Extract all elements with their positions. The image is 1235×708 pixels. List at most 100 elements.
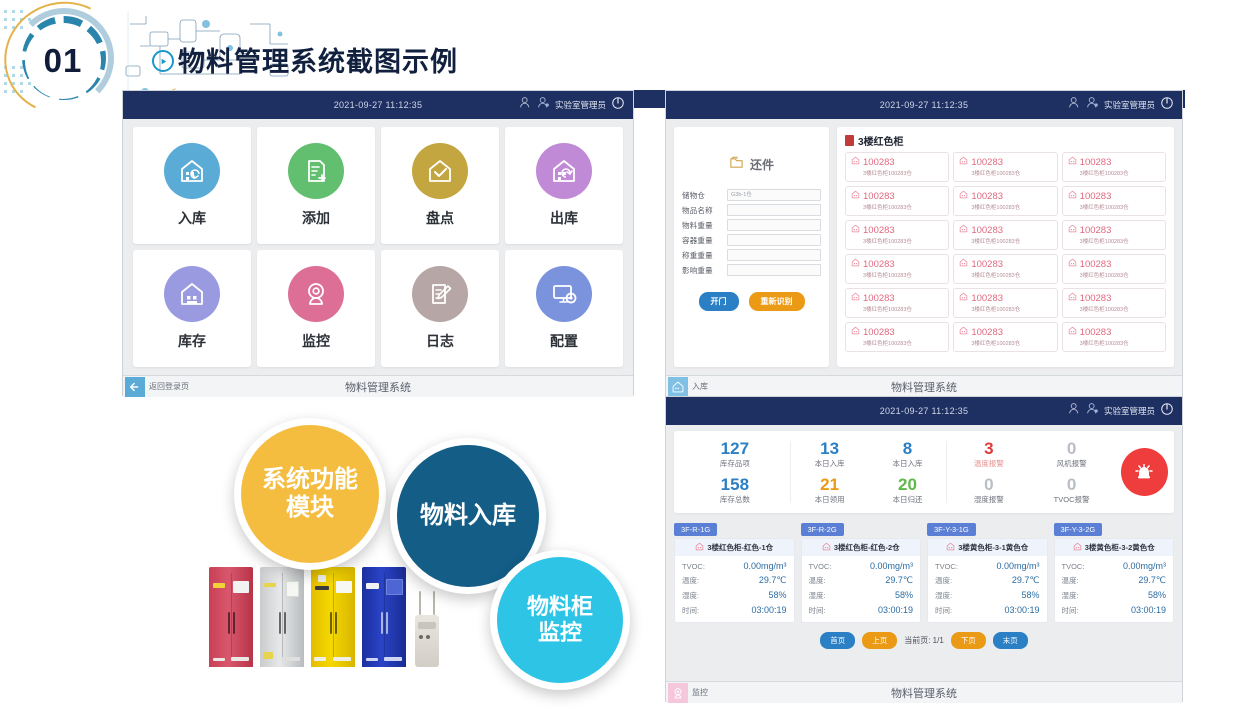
bin-card[interactable]: 100283 3楼红色柜100283仓 — [1061, 322, 1166, 352]
bin-card[interactable]: 100283 3楼红色柜100283仓 — [1061, 186, 1166, 216]
stats-group-alarms: 3 温度报警 0 湿度报警 0 风机报警 0 TVOC报警 — [946, 440, 1113, 505]
menu-tile-peizhi[interactable]: 配置 — [505, 250, 623, 367]
item-name-input[interactable] — [727, 204, 821, 216]
last-page-button[interactable]: 末页 — [992, 632, 1028, 649]
cabinet-monitor-card[interactable]: 3F-Y-3-1G 3楼黄色柜-3-1黄色仓 TVOC: 0.00mg/m³ 温度: 29… — [927, 519, 1048, 623]
measurement-value: 58% — [894, 590, 913, 600]
stat-label: 本日归还 — [892, 494, 923, 504]
cabinet-monitor-card[interactable]: 3F-R-2G 3楼红色柜-红色-2仓 TVOC: 0.00mg/m³ 温度: 29.7℃… — [800, 519, 921, 623]
prev-page-button[interactable]: 上页 — [862, 632, 898, 649]
cabinet-red — [209, 567, 253, 667]
monitor-body: 127 库存品项 158 库存总数 13 本日入库 21 本日领用 8 本日入库… — [666, 425, 1182, 681]
home-bin-icon — [1068, 190, 1077, 202]
topbar-user-area[interactable]: 实验室管理员 — [1068, 96, 1174, 115]
bin-card[interactable]: 100283 3楼红色柜100283仓 — [1061, 152, 1166, 182]
bin-card[interactable]: 100283 3楼红色柜100283仓 — [845, 322, 950, 352]
alarm-bell-button[interactable] — [1120, 448, 1168, 496]
form-title-label: 还件 — [749, 157, 774, 172]
stat-value: 0 — [1066, 474, 1077, 494]
nav-inbound-button[interactable]: 入库 — [666, 376, 708, 397]
menu-tile-rizhi[interactable]: 日志 — [381, 250, 499, 367]
tile-label: 出库 — [550, 210, 578, 226]
menu-tile-pandian[interactable]: 盘点 — [381, 127, 499, 244]
home-bin-icon — [851, 258, 860, 270]
container-weight-input[interactable] — [727, 234, 821, 246]
stat-item: 0 TVOC报警 — [1054, 476, 1090, 505]
measured-weight-input[interactable] — [727, 249, 821, 261]
bin-card[interactable]: 100283 3楼红色柜100283仓 — [953, 152, 1058, 182]
bin-id-label: 100283 — [863, 156, 895, 168]
menu-tile-kucun[interactable]: 库存 — [133, 250, 251, 367]
cabinet-card-header: 3楼红色柜-红色-1仓 — [675, 539, 794, 556]
section-number: 01 — [28, 26, 98, 96]
storage-bin-input[interactable]: G3b-1仓 — [727, 189, 821, 201]
menu-tile-chuku[interactable]: 出库 — [505, 127, 623, 244]
bin-card[interactable]: 100283 3楼红色柜100283仓 — [953, 322, 1058, 352]
user-name-label: 实验室管理员 — [1103, 406, 1155, 416]
back-to-login-button[interactable]: 返回登录页 — [123, 376, 189, 397]
rescan-button[interactable]: 重新识别 — [748, 292, 805, 311]
topbar-user-area[interactable]: 实验室管理员 — [519, 96, 625, 115]
power-icon[interactable] — [1160, 402, 1174, 421]
tile-label: 配置 — [550, 333, 578, 349]
stat-item: 3 温度报警 — [974, 440, 1004, 469]
bin-id-label: 100283 — [863, 190, 895, 202]
measurement-key: TVOC: — [935, 562, 958, 571]
form-field-row: 储物仓 G3b-1仓 — [682, 189, 821, 201]
bin-card[interactable]: 100283 3楼红色柜100283仓 — [845, 186, 950, 216]
bin-card[interactable]: 100283 3楼红色柜100283仓 — [845, 220, 950, 250]
bin-id-label: 100283 — [1079, 326, 1112, 338]
measurement-key: TVOC: — [808, 562, 832, 571]
stat-item: 127 库存品项 — [720, 440, 750, 469]
bin-card[interactable]: 100283 3楼红色柜100283仓 — [845, 288, 950, 318]
bin-card[interactable]: 100283 3楼红色柜100283仓 — [845, 152, 950, 182]
stat-label: 温度报警 — [973, 458, 1004, 468]
bin-id-label: 100283 — [1079, 224, 1112, 236]
bin-card[interactable]: 100283 3楼红色柜100283仓 — [953, 288, 1058, 318]
field-label: 影响重量 — [682, 265, 713, 275]
cabinet-name-label: 3楼黄色柜-3-1黄色仓 — [958, 543, 1029, 552]
bin-id-row: 100283 — [851, 224, 943, 236]
material-weight-input[interactable] — [727, 219, 821, 231]
bin-card[interactable]: 100283 3楼红色柜100283仓 — [953, 254, 1058, 284]
bin-sub-label: 3楼红色柜100283仓 — [1079, 239, 1129, 245]
field-label: 物料重量 — [682, 220, 713, 230]
cabinet-monitor-card[interactable]: 3F-Y-3-2G 3楼黄色柜-3-2黄色仓 TVOC: 0.00mg/m³ 温度: 29… — [1053, 519, 1174, 623]
topbar-user-area[interactable]: 实验室管理员 — [1068, 402, 1174, 421]
user-name-label: 实验室管理员 — [554, 100, 606, 110]
power-icon[interactable] — [611, 96, 625, 115]
home-bin-icon — [851, 292, 860, 304]
bin-card[interactable]: 100283 3楼红色柜100283仓 — [845, 254, 950, 284]
bin-card[interactable]: 100283 3楼红色柜100283仓 — [1061, 288, 1166, 318]
bin-card[interactable]: 100283 3楼红色柜100283仓 — [1061, 254, 1166, 284]
measurement-row: 温度: 29.7℃ — [682, 575, 787, 586]
bin-card[interactable]: 100283 3楼红色柜100283仓 — [953, 220, 1058, 250]
power-icon[interactable] — [1160, 96, 1174, 115]
nav-monitor-button[interactable]: 监控 — [666, 682, 708, 703]
bin-id-row: 100283 — [1068, 292, 1160, 304]
first-page-button[interactable]: 首页 — [820, 632, 856, 649]
cabinet-name-label: 3楼红色柜-红色-2仓 — [833, 543, 900, 552]
bubble-line-2: 模块 — [286, 494, 334, 521]
stat-item: 8 本日入库 — [893, 440, 923, 469]
next-page-button[interactable]: 下页 — [950, 632, 986, 649]
stat-label: 本日入库 — [892, 458, 923, 468]
cabinet-monitor-card[interactable]: 3F-R-1G 3楼红色柜-红色-1仓 TVOC: 0.00mg/m³ 温度: 29.7℃… — [674, 519, 795, 623]
form-field-row: 影响重量 — [682, 264, 821, 276]
nav-inbound-label: 入库 — [692, 382, 708, 391]
menu-tile-tianjia[interactable]: 添加 — [257, 127, 375, 244]
affect-weight-input[interactable] — [727, 264, 821, 276]
home-bin-icon — [959, 292, 968, 304]
mobile-workstation — [415, 591, 439, 667]
bin-sub-label: 3楼红色柜100283仓 — [971, 307, 1021, 313]
stat-value: 158 — [720, 474, 750, 494]
bin-card[interactable]: 100283 3楼红色柜100283仓 — [1061, 220, 1166, 250]
measurement-row: 温度: 29.7℃ — [809, 575, 914, 586]
open-door-button[interactable]: 开门 — [698, 292, 739, 311]
bin-card[interactable]: 100283 3楼红色柜100283仓 — [953, 186, 1058, 216]
measurement-value: 58% — [1147, 590, 1166, 600]
menu-tile-ruku[interactable]: 入库 — [133, 127, 251, 244]
menu-tile-jiankong[interactable]: 监控 — [257, 250, 375, 367]
measurement-value: 0.00mg/m³ — [743, 561, 787, 571]
measurement-list: TVOC: 0.00mg/m³ 温度: 29.7℃ 湿度: 58% 时间: 03:00:19 — [928, 556, 1047, 622]
